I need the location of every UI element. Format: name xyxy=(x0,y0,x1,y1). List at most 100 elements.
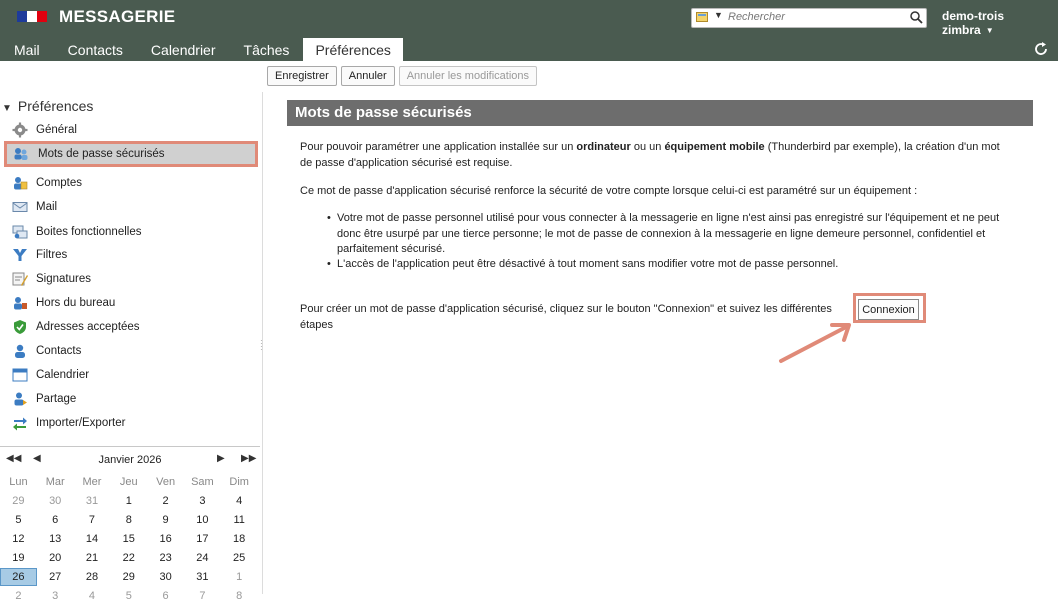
refresh-icon[interactable] xyxy=(1033,41,1049,57)
calendar-day[interactable]: 19 xyxy=(0,552,37,564)
sidebar-item-contacts[interactable]: Contacts xyxy=(12,340,81,362)
sidebar-item-out-of-office[interactable]: Hors du bureau xyxy=(12,292,115,314)
weekday-label: Jeu xyxy=(119,475,138,488)
chevron-down-icon: ▼ xyxy=(985,26,994,35)
next-year-icon[interactable]: ▶▶ xyxy=(241,453,256,464)
mini-calendar: ◀◀ ◀ Janvier 2026 ▶ ▶▶ Lun Mar Mer Jeu V… xyxy=(0,446,260,602)
french-flag-logo xyxy=(17,11,47,22)
calendar-day[interactable]: 1 xyxy=(221,571,258,583)
search-input[interactable] xyxy=(728,10,898,24)
tab-tasks[interactable]: Tâches xyxy=(230,38,304,61)
sidebar-item-label: Adresses acceptées xyxy=(36,321,140,333)
weekday-label: Mar xyxy=(45,475,65,488)
bullet-item: Votre mot de passe personnel utilisé pou… xyxy=(327,211,1017,258)
pointer-arrow-icon xyxy=(779,323,851,363)
calendar-day[interactable]: 4 xyxy=(221,495,258,507)
chevron-down-icon[interactable]: ▼ xyxy=(714,10,723,20)
calendar-day[interactable]: 28 xyxy=(74,571,111,583)
calendar-day[interactable]: 27 xyxy=(37,571,74,583)
sidebar-item-label: Contacts xyxy=(36,345,82,357)
calendar-day[interactable]: 14 xyxy=(74,533,111,545)
calendar-day[interactable]: 15 xyxy=(110,533,147,545)
sidebar-item-general[interactable]: Général xyxy=(12,119,77,141)
weekday-label: Ven xyxy=(156,475,176,488)
save-button[interactable]: Enregistrer xyxy=(267,66,337,86)
calendar-day[interactable]: 30 xyxy=(37,495,74,507)
calendar-day[interactable]: 13 xyxy=(37,533,74,545)
calendar-day[interactable]: 29 xyxy=(0,495,37,507)
calendar-day[interactable]: 31 xyxy=(74,495,111,507)
intro-paragraph: Pour pouvoir paramétrer une application … xyxy=(300,140,1015,171)
preferences-content: Mots de passe sécurisés xyxy=(287,100,1033,126)
calendar-day[interactable]: 2 xyxy=(0,590,37,602)
calendar-day[interactable]: 7 xyxy=(74,514,111,526)
calendar-day[interactable]: 6 xyxy=(147,590,184,602)
calendar-day[interactable]: 4 xyxy=(74,590,111,602)
calendar-day[interactable]: 7 xyxy=(184,590,221,602)
user-name: demo-trois zimbra xyxy=(942,9,1005,37)
undo-changes-button[interactable]: Annuler les modifications xyxy=(398,66,538,86)
calendar-day[interactable]: 2 xyxy=(147,495,184,507)
sidebar-item-sharing[interactable]: Partage xyxy=(12,388,76,410)
calendar-day-today[interactable]: 26 xyxy=(0,567,37,586)
search-icon[interactable] xyxy=(909,10,923,24)
intro-text-part: ou un xyxy=(630,141,665,153)
collapse-triangle-icon[interactable]: ▼ xyxy=(2,103,12,114)
sidebar-item-mail[interactable]: Mail xyxy=(12,196,57,218)
calendar-day[interactable]: 21 xyxy=(74,552,111,564)
search-scope-icon[interactable] xyxy=(696,11,708,23)
calendar-week-row: 29 30 31 1 2 3 4 xyxy=(0,491,258,510)
sidebar-item-import-export[interactable]: Importer/Exporter xyxy=(12,412,125,434)
weekday-label: Sam xyxy=(191,475,214,488)
sidebar-item-accounts[interactable]: Comptes xyxy=(12,172,82,194)
connexion-button[interactable]: Connexion xyxy=(858,299,919,320)
splitter-grip-icon[interactable]: · · · · xyxy=(260,337,265,354)
calendar-day[interactable]: 22 xyxy=(110,552,147,564)
calendar-day[interactable]: 10 xyxy=(184,514,221,526)
sidebar-item-filters[interactable]: Filtres xyxy=(12,244,67,266)
sidebar-header[interactable]: ▼ Préférences xyxy=(2,98,93,114)
share-icon xyxy=(14,392,27,406)
user-menu[interactable]: demo-trois zimbra ▼ xyxy=(942,9,1058,37)
sidebar-item-functional-mailboxes[interactable]: Boites fonctionnelles xyxy=(12,221,141,243)
calendar-day[interactable]: 11 xyxy=(221,514,258,526)
sidebar-item-signatures[interactable]: Signatures xyxy=(12,268,91,290)
calendar-day[interactable]: 16 xyxy=(147,533,184,545)
out-of-office-icon xyxy=(14,297,27,310)
next-month-icon[interactable]: ▶ xyxy=(217,453,225,464)
calendar-week-row: 26 27 28 29 30 31 1 xyxy=(0,567,258,586)
cancel-button[interactable]: Annuler xyxy=(340,66,395,86)
sidebar-item-secure-passwords[interactable]: Mots de passe sécurisés xyxy=(4,141,258,167)
calendar-day[interactable]: 3 xyxy=(37,590,74,602)
accounts-icon xyxy=(14,177,28,190)
sidebar-item-label: Boites fonctionnelles xyxy=(36,226,142,238)
sidebar-item-label: Comptes xyxy=(36,177,83,189)
calendar-day[interactable]: 18 xyxy=(221,533,258,545)
calendar-day[interactable]: 3 xyxy=(184,495,221,507)
calendar-day[interactable]: 9 xyxy=(147,514,184,526)
calendar-day[interactable]: 20 xyxy=(37,552,74,564)
search-box[interactable]: ▼ xyxy=(691,8,927,28)
calendar-day[interactable]: 8 xyxy=(221,590,258,602)
sidebar-item-label: Signatures xyxy=(36,273,91,285)
calendar-day[interactable]: 23 xyxy=(147,552,184,564)
sidebar-item-calendar[interactable]: Calendrier xyxy=(12,364,89,386)
key-users-icon xyxy=(14,148,28,160)
calendar-day[interactable]: 30 xyxy=(147,571,184,583)
tab-calendar[interactable]: Calendrier xyxy=(137,38,230,61)
calendar-day[interactable]: 31 xyxy=(184,571,221,583)
calendar-day[interactable]: 24 xyxy=(184,552,221,564)
calendar-day[interactable]: 8 xyxy=(110,514,147,526)
calendar-day[interactable]: 6 xyxy=(37,514,74,526)
calendar-day[interactable]: 5 xyxy=(0,514,37,526)
calendar-day[interactable]: 12 xyxy=(0,533,37,545)
calendar-day[interactable]: 25 xyxy=(221,552,258,564)
tab-preferences[interactable]: Préférences xyxy=(303,38,403,61)
calendar-day[interactable]: 17 xyxy=(184,533,221,545)
calendar-day[interactable]: 29 xyxy=(110,571,147,583)
tab-contacts[interactable]: Contacts xyxy=(54,38,137,61)
calendar-day[interactable]: 1 xyxy=(110,495,147,507)
sidebar-item-accepted-addresses[interactable]: Adresses acceptées xyxy=(12,316,140,338)
tab-mail[interactable]: Mail xyxy=(0,38,54,61)
calendar-day[interactable]: 5 xyxy=(110,590,147,602)
